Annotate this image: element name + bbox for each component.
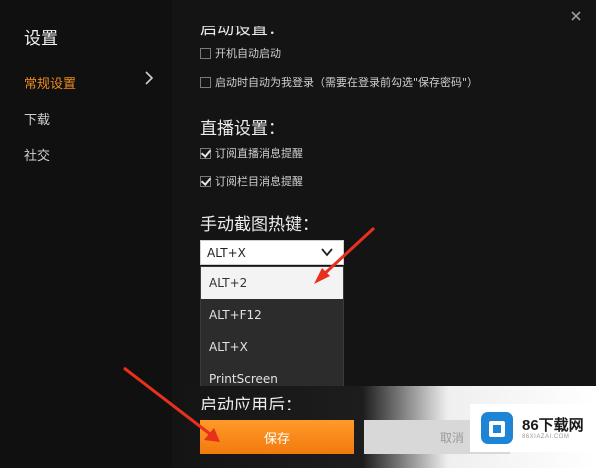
- watermark-text: 86下载网: [522, 416, 584, 434]
- chevron-right-icon: [145, 71, 154, 85]
- hotkey-option-alt-f12[interactable]: ALT+F12: [201, 299, 343, 331]
- live-reminder-option[interactable]: 订阅直播消息提醒: [200, 145, 303, 161]
- checkbox-icon[interactable]: [200, 47, 211, 59]
- hotkey-option-alt-x[interactable]: ALT+X: [201, 331, 343, 363]
- settings-window: 设置 常规设置 下载 社交 启动设置： 开机自动启动 启动时自动为我登录（需要在…: [0, 0, 596, 468]
- sidebar-title: 设置: [24, 29, 58, 49]
- live-section-title: 直播设置：: [200, 119, 285, 139]
- column-reminder-label: 订阅栏目消息提醒: [215, 175, 303, 188]
- watermark: 86下载网 86XIAZAI.COM: [470, 404, 596, 452]
- startup-section-title: 启动设置：: [200, 19, 285, 39]
- hotkey-select-value: ALT+X: [207, 245, 246, 260]
- auto-start-option[interactable]: 开机自动启动: [200, 45, 281, 61]
- red-arrow-icon: [314, 226, 376, 284]
- red-arrow-icon: [123, 366, 220, 442]
- column-reminder-option[interactable]: 订阅栏目消息提醒: [200, 173, 303, 189]
- auto-login-option[interactable]: 启动时自动为我登录（需要在登录前勾选"保存密码"）: [200, 74, 478, 90]
- checkbox-icon[interactable]: [200, 147, 211, 159]
- checkbox-icon[interactable]: [200, 175, 211, 187]
- sidebar-item-download[interactable]: 下载: [24, 109, 50, 128]
- watermark-logo-icon: [481, 412, 513, 444]
- settings-content: 启动设置： 开机自动启动 启动时自动为我登录（需要在登录前勾选"保存密码"） 直…: [172, 0, 596, 468]
- sidebar-item-social[interactable]: 社交: [24, 145, 50, 164]
- sidebar-item-general[interactable]: 常规设置: [24, 73, 76, 92]
- watermark-subtext: 86XIAZAI.COM: [522, 433, 570, 440]
- auto-start-label: 开机自动启动: [215, 47, 281, 60]
- auto-login-label: 启动时自动为我登录（需要在登录前勾选"保存密码"）: [215, 76, 479, 89]
- live-reminder-label: 订阅直播消息提醒: [215, 147, 303, 160]
- checkbox-icon[interactable]: [200, 76, 211, 88]
